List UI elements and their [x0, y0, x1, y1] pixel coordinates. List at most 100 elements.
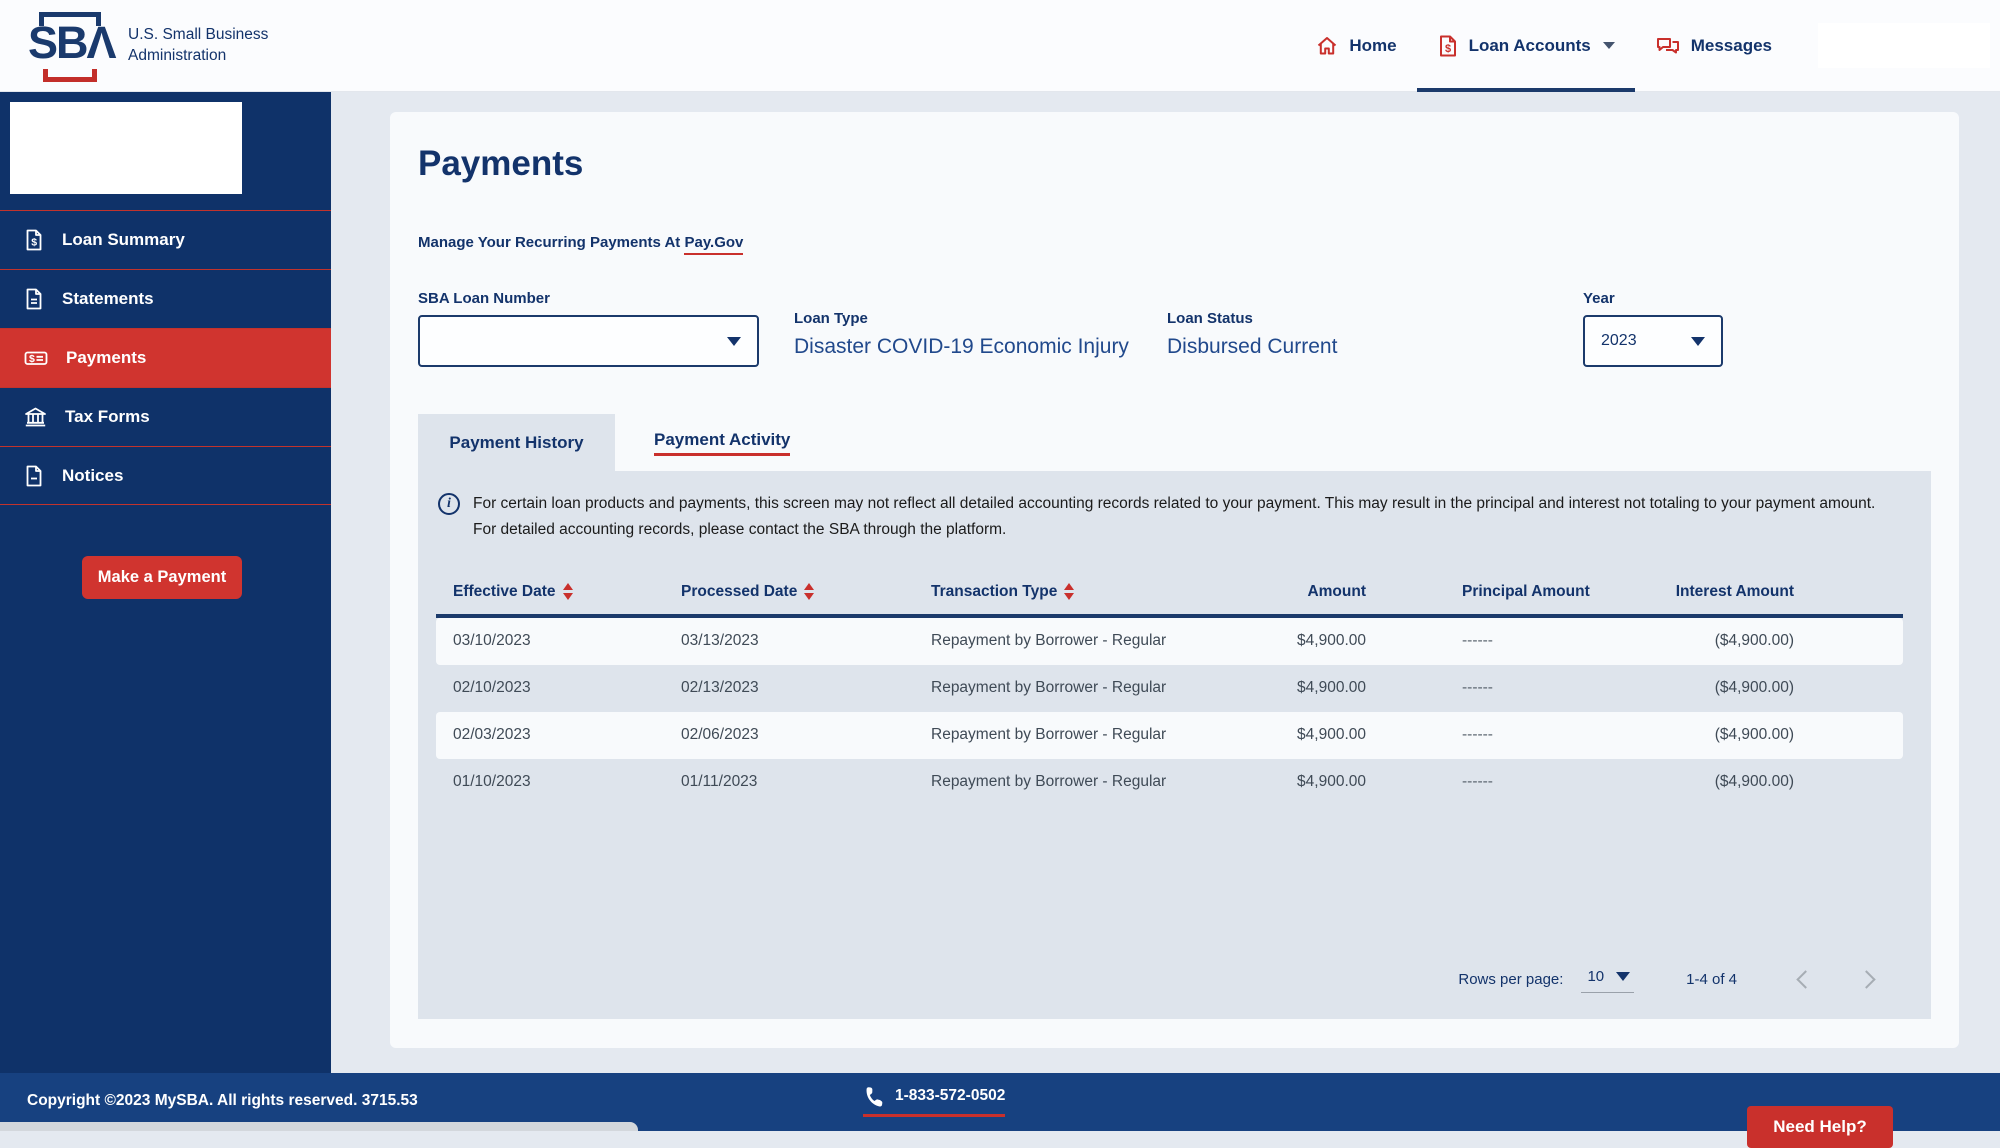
cell-principal-amount: ------	[1366, 773, 1646, 791]
cell-interest-amount: ($4,900.00)	[1646, 632, 1903, 650]
loan-status-group: Loan Status Disbursed Current	[1167, 290, 1337, 359]
sidebar: $ Loan Summary Statements $ Payments Tax…	[0, 92, 331, 1073]
phone-icon	[863, 1085, 885, 1107]
column-header-amount: Amount	[1261, 583, 1366, 601]
make-a-payment-button[interactable]: Make a Payment	[82, 556, 242, 599]
year-select[interactable]: 2023	[1583, 315, 1723, 367]
tab-payment-history[interactable]: Payment History	[418, 414, 615, 471]
sidebar-item-tax-forms[interactable]: Tax Forms	[0, 387, 331, 446]
year-group: Year 2023	[1583, 290, 1723, 367]
loan-type-value: Disaster COVID-19 Economic Injury	[794, 335, 1167, 359]
file-dollar-icon: $	[1437, 34, 1459, 58]
cell-principal-amount: ------	[1366, 632, 1646, 650]
top-header: SBΛ U.S. Small Business Administration H…	[0, 0, 2000, 92]
top-nav: Home $ Loan Accounts Messages	[1295, 0, 1992, 92]
main-area: Payments Manage Your Recurring Payments …	[331, 92, 2000, 1073]
loan-number-select[interactable]	[418, 315, 759, 367]
check-dollar-icon: $	[23, 346, 49, 370]
document-icon	[23, 464, 45, 488]
table-header-row: Effective Date Processed Date Transactio…	[436, 570, 1903, 614]
pay-gov-link[interactable]: Pay.Gov	[684, 234, 743, 255]
chevron-down-icon	[1616, 972, 1630, 981]
svg-text:$: $	[1445, 43, 1451, 55]
cell-effective-date: 02/03/2023	[436, 726, 681, 744]
sidebar-item-label: Tax Forms	[65, 407, 150, 427]
nav-loan-accounts[interactable]: $ Loan Accounts	[1417, 0, 1635, 92]
payment-history-panel: i For certain loan products and payments…	[418, 471, 1931, 1019]
chevron-down-icon	[1691, 337, 1705, 346]
tab-payment-activity-label: Payment Activity	[654, 430, 790, 456]
info-banner-text: For certain loan products and payments, …	[473, 491, 1898, 544]
chevron-down-icon	[727, 337, 741, 346]
cell-transaction-type: Repayment by Borrower - Regular	[931, 632, 1261, 650]
support-phone-link[interactable]: 1-833-572-0502	[863, 1085, 1005, 1117]
user-name-redacted	[1818, 23, 1990, 68]
sidebar-item-statements[interactable]: Statements	[0, 269, 331, 328]
loan-type-group: Loan Type Disaster COVID-19 Economic Inj…	[794, 290, 1167, 359]
sba-logo-mark: SBΛ	[28, 9, 112, 83]
tab-payment-activity[interactable]: Payment Activity	[654, 414, 790, 471]
sidebar-nav: $ Loan Summary Statements $ Payments Tax…	[0, 210, 331, 505]
rows-per-page-value: 10	[1587, 968, 1604, 985]
rows-per-page-label: Rows per page:	[1458, 971, 1563, 988]
cell-effective-date: 01/10/2023	[436, 773, 681, 791]
nav-home-label: Home	[1349, 36, 1396, 56]
sort-icon	[1064, 583, 1074, 600]
pagination-bar: Rows per page: 10 1-4 of 4	[432, 966, 1917, 1019]
sidebar-item-loan-summary[interactable]: $ Loan Summary	[0, 210, 331, 269]
rows-per-page-select[interactable]: 10	[1581, 966, 1634, 993]
cell-amount: $4,900.00	[1261, 773, 1366, 791]
table-row: 02/10/2023 02/13/2023 Repayment by Borro…	[436, 665, 1903, 712]
nav-messages-label: Messages	[1691, 36, 1772, 56]
column-header-transaction-type[interactable]: Transaction Type	[931, 583, 1261, 601]
sidebar-item-notices[interactable]: Notices	[0, 446, 331, 505]
support-phone-number: 1-833-572-0502	[895, 1087, 1005, 1105]
cell-amount: $4,900.00	[1261, 679, 1366, 697]
sidebar-item-label: Payments	[66, 348, 146, 368]
cell-amount: $4,900.00	[1261, 726, 1366, 744]
cell-effective-date: 02/10/2023	[436, 679, 681, 697]
nav-messages[interactable]: Messages	[1635, 0, 1792, 92]
column-header-effective-date[interactable]: Effective Date	[436, 583, 681, 601]
loan-status-value: Disbursed Current	[1167, 335, 1337, 359]
column-header-processed-date[interactable]: Processed Date	[681, 583, 931, 601]
brand-line2: Administration	[128, 46, 268, 66]
chevron-right-icon[interactable]	[1857, 970, 1875, 988]
info-circle-icon: i	[438, 493, 460, 515]
svg-text:$: $	[31, 237, 37, 249]
loan-number-group: SBA Loan Number	[418, 290, 759, 367]
chevron-left-icon[interactable]	[1796, 970, 1814, 988]
need-help-button[interactable]: Need Help?	[1747, 1106, 1893, 1148]
cell-processed-date: 01/11/2023	[681, 773, 931, 791]
bottom-toast-edge	[0, 1122, 638, 1131]
loan-status-label: Loan Status	[1167, 310, 1337, 327]
cell-transaction-type: Repayment by Borrower - Regular	[931, 726, 1261, 744]
cell-effective-date: 03/10/2023	[436, 632, 681, 650]
sidebar-item-label: Notices	[62, 466, 123, 486]
loan-filter-row: SBA Loan Number Loan Type Disaster COVID…	[418, 290, 1931, 367]
cell-interest-amount: ($4,900.00)	[1646, 773, 1903, 791]
payment-history-table: Effective Date Processed Date Transactio…	[436, 570, 1903, 806]
sba-logo-bracket-bottom	[43, 69, 97, 82]
sort-icon	[563, 583, 573, 600]
column-header-interest-amount: Interest Amount	[1646, 583, 1903, 601]
cell-processed-date: 03/13/2023	[681, 632, 931, 650]
payments-tabs: Payment History Payment Activity	[418, 414, 1931, 471]
year-label: Year	[1583, 290, 1723, 308]
cell-interest-amount: ($4,900.00)	[1646, 679, 1903, 697]
nav-home[interactable]: Home	[1295, 0, 1416, 92]
sidebar-item-payments[interactable]: $ Payments	[0, 328, 331, 387]
sba-logo[interactable]: SBΛ U.S. Small Business Administration	[28, 9, 268, 83]
cell-principal-amount: ------	[1366, 679, 1646, 697]
bank-icon	[23, 405, 48, 429]
cell-principal-amount: ------	[1366, 726, 1646, 744]
pagination-range: 1-4 of 4	[1686, 971, 1737, 988]
cell-interest-amount: ($4,900.00)	[1646, 726, 1903, 744]
brand-line1: U.S. Small Business	[128, 25, 268, 45]
home-icon	[1315, 34, 1339, 58]
column-header-principal-amount: Principal Amount	[1366, 583, 1646, 601]
table-row: 01/10/2023 01/11/2023 Repayment by Borro…	[436, 759, 1903, 806]
payments-card: Payments Manage Your Recurring Payments …	[390, 112, 1959, 1048]
page-title: Payments	[418, 140, 1931, 188]
table-row: 03/10/2023 03/13/2023 Repayment by Borro…	[436, 618, 1903, 665]
